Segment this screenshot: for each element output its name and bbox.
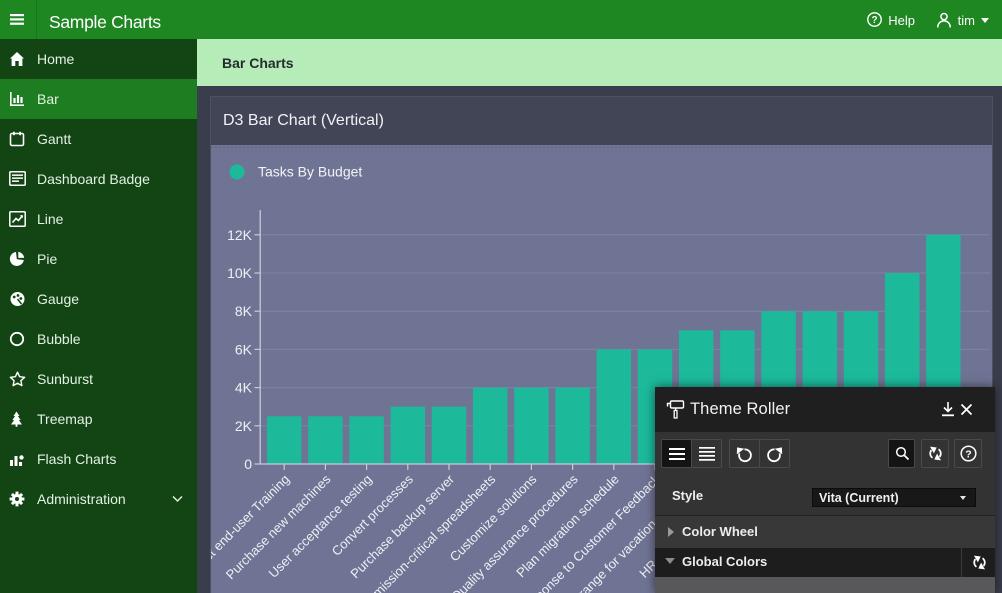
svg-text:?: ? — [871, 15, 877, 26]
svg-text:10K: 10K — [227, 265, 253, 281]
svg-text:0: 0 — [244, 456, 252, 472]
svg-text:12K: 12K — [227, 227, 253, 243]
svg-text:4K: 4K — [235, 380, 253, 396]
svg-text:8K: 8K — [235, 303, 253, 319]
svg-text:?: ? — [965, 449, 971, 461]
svg-text:Tasks By Budget: Tasks By Budget — [258, 164, 362, 180]
svg-text:2K: 2K — [235, 418, 253, 434]
svg-text:6K: 6K — [235, 341, 253, 357]
